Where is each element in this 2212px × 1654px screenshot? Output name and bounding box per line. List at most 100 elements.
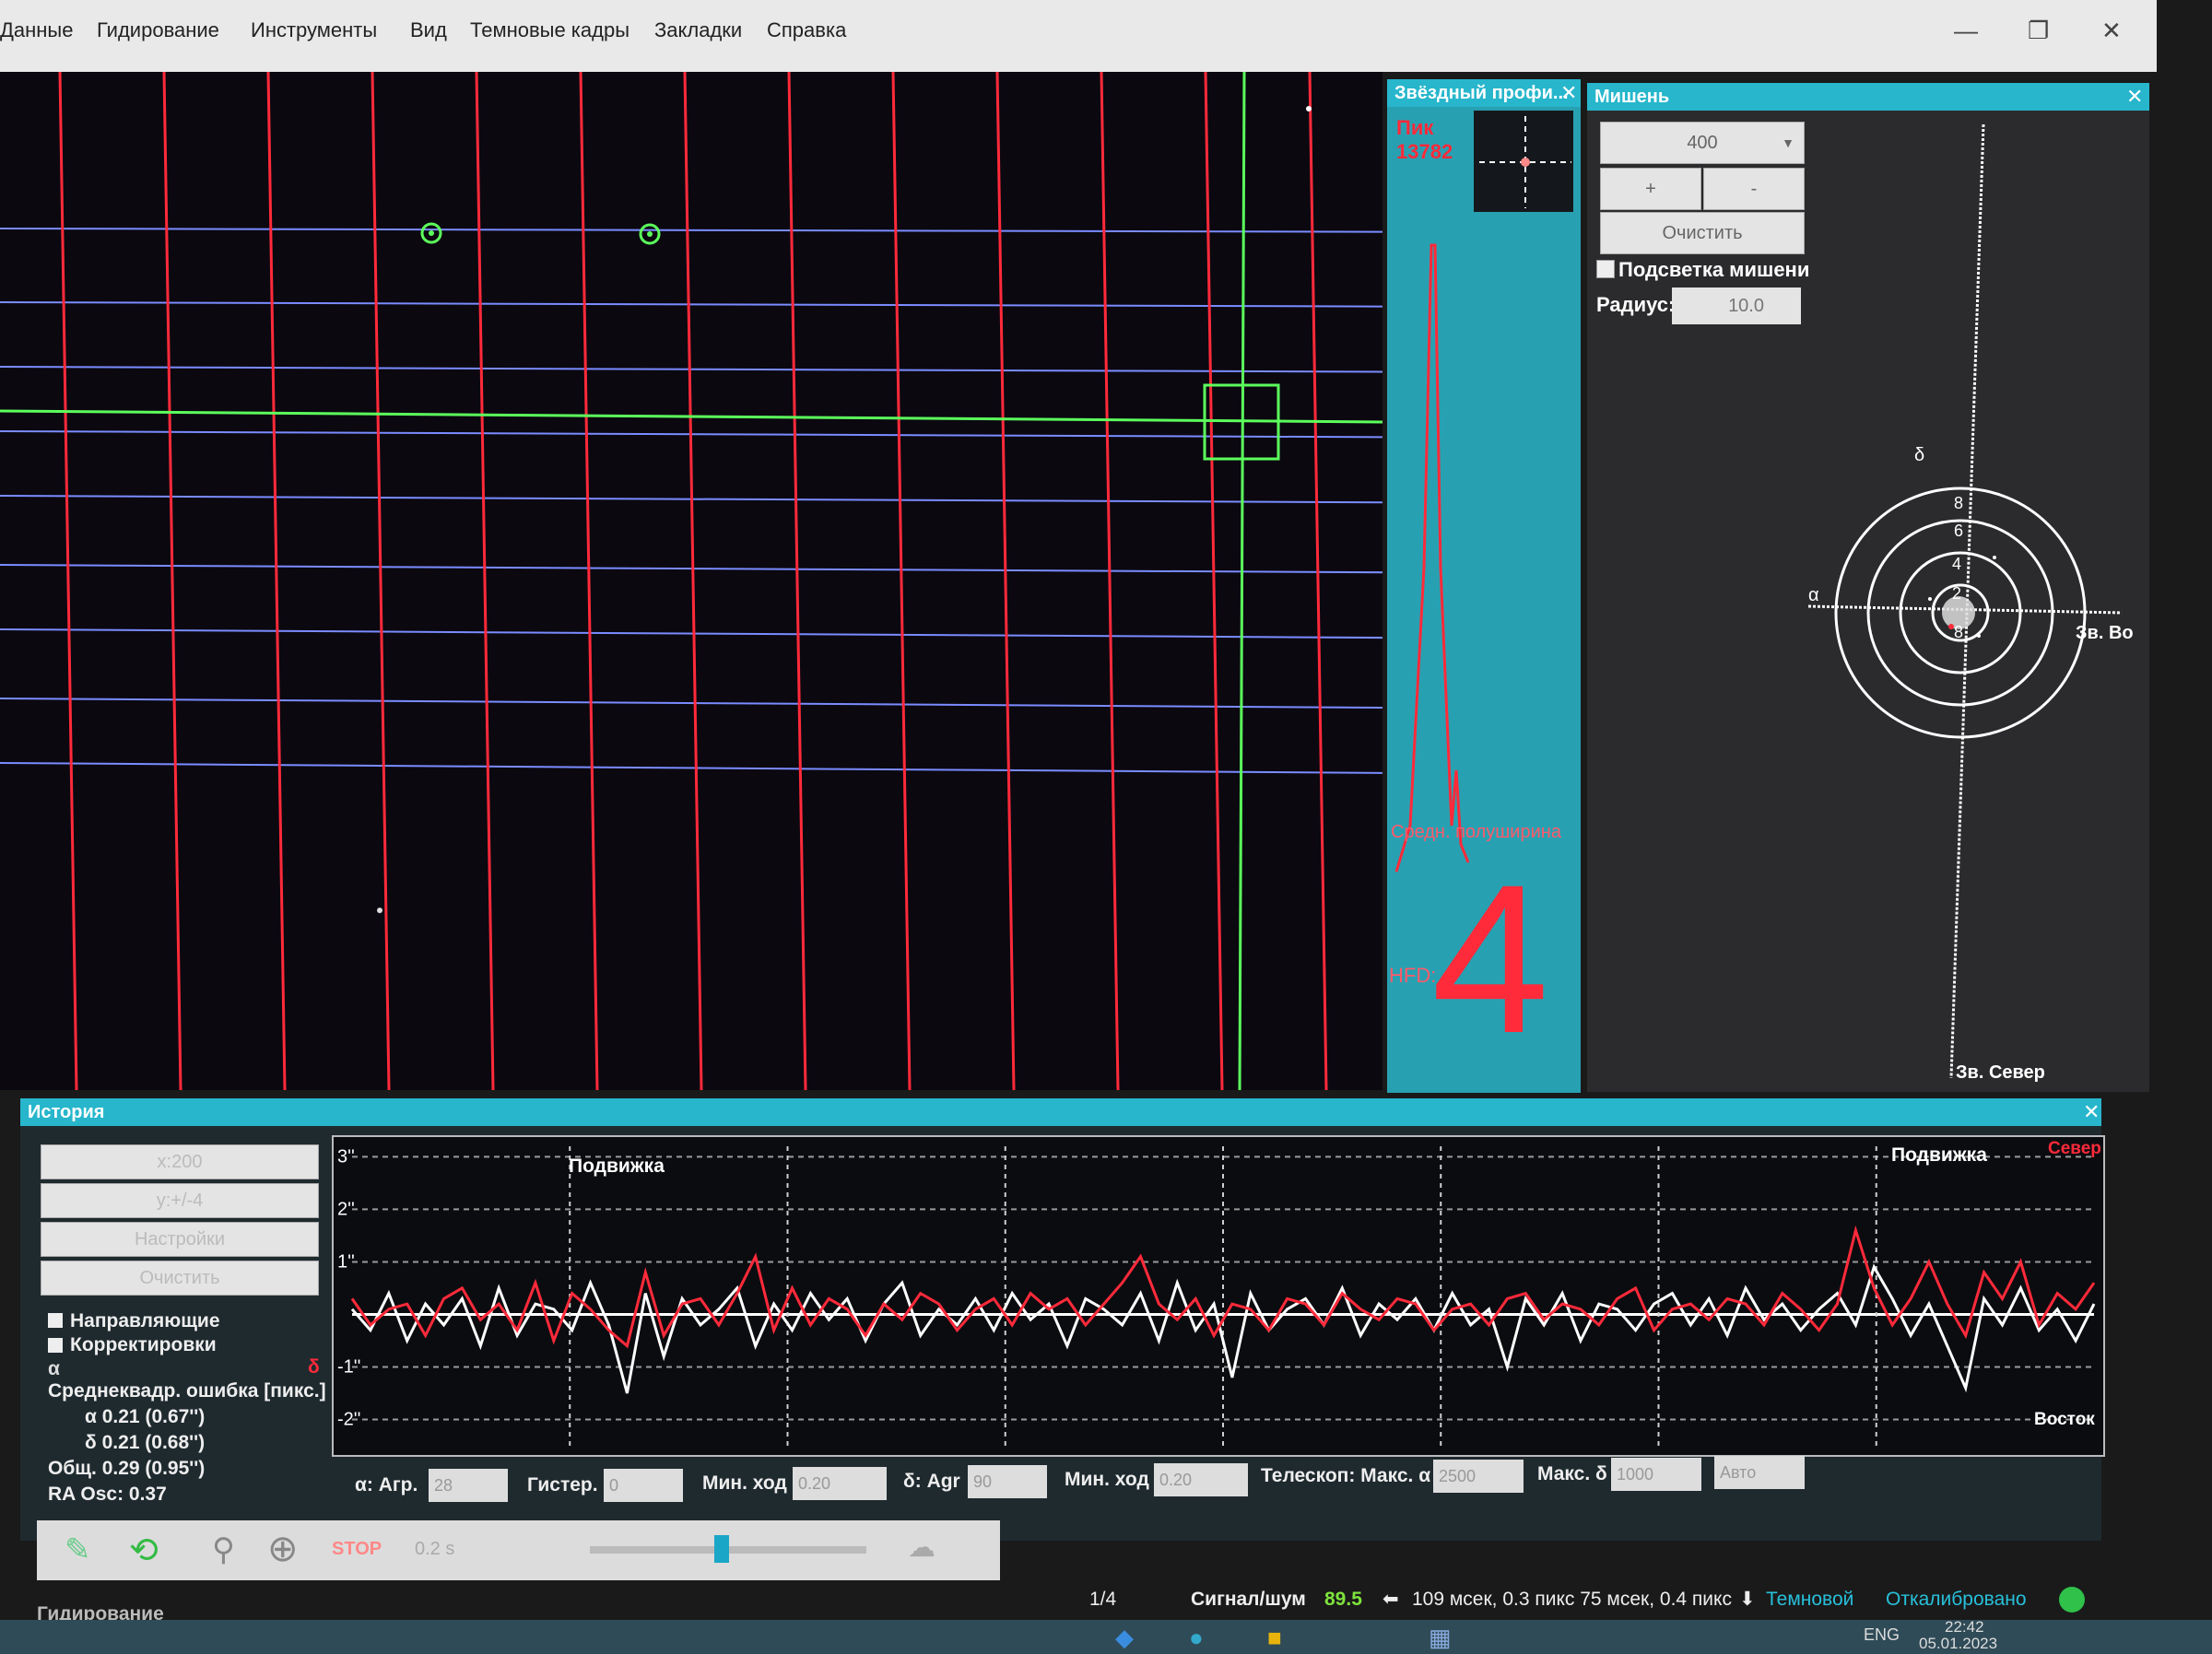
delta-marker: δ (308, 1356, 320, 1378)
ra-aggr-input[interactable]: 28 (429, 1469, 508, 1502)
ring-label: 8 (1954, 623, 1963, 641)
close-icon[interactable]: ✕ (2083, 1100, 2100, 1124)
rms-title: Среднеквадр. ошибка [пикс.] (48, 1380, 326, 1402)
hfd-value: 4 (1431, 840, 1549, 1077)
dither-label: Подвижка (569, 1155, 665, 1177)
tray-time: 22:42 (1945, 1618, 1984, 1636)
grid-line-horizontal (0, 228, 1382, 233)
grid-line-horizontal (0, 564, 1382, 574)
grid-line-horizontal (0, 366, 1382, 373)
y-tick-label: 3'' (337, 1146, 355, 1167)
loop-icon[interactable]: ✎ (65, 1531, 91, 1568)
x-scale-select[interactable]: x:200 (41, 1144, 319, 1179)
y-scale-select[interactable]: y:+/-4 (41, 1183, 319, 1218)
min-move2-label: Мин. ход (1065, 1469, 1149, 1490)
gamma-slider-thumb[interactable] (714, 1535, 729, 1563)
search-icon[interactable]: ⚲ (212, 1531, 235, 1568)
y-tick-label: -1'' (337, 1356, 360, 1377)
y-tick-label: 2'' (337, 1199, 355, 1219)
grid-line-vertical (371, 72, 391, 1090)
camera-view[interactable] (0, 72, 1382, 1090)
ra-osc: RA Osc: 0.37 (48, 1484, 167, 1505)
dither-label: Подвижка (1891, 1144, 1987, 1166)
tray-date: 05.01.2023 (1919, 1635, 1998, 1652)
taskbar-app-icon[interactable]: ▦ (1429, 1624, 1452, 1652)
star-profile-panel: Звёздный профи... ✕ Пик 13782 Средн. пол… (1387, 79, 1581, 1093)
minimize-button[interactable]: — (1954, 17, 1978, 45)
connection-status-icon (2059, 1587, 2085, 1613)
hyst-label: Гистер. (527, 1474, 598, 1496)
history-clear-button[interactable]: Очистить (41, 1261, 319, 1296)
menu-data[interactable]: Данные (0, 18, 73, 42)
corrections-label: Корректировки (70, 1334, 217, 1355)
dec-aggr-input[interactable]: 90 (968, 1465, 1047, 1498)
ring-label: 8 (1954, 494, 1963, 512)
grid-line-vertical (579, 72, 599, 1090)
taskbar: ◆ ● ■ ▦ ENG 22:42 05.01.2023 (0, 1618, 2212, 1654)
close-window-button[interactable]: ✕ (2101, 17, 2122, 45)
history-title: История (20, 1098, 2101, 1126)
settings-select[interactable]: Настройки (41, 1222, 319, 1257)
grid-line-vertical (995, 72, 1016, 1090)
grid-line-vertical (1308, 72, 1328, 1090)
menu-help[interactable]: Справка (767, 18, 846, 42)
arrow-down-icon: ⬇ (1739, 1589, 1756, 1610)
keyboard-language[interactable]: ENG (1864, 1625, 1900, 1645)
hfd-label: HFD: (1389, 964, 1437, 987)
hyst-input[interactable]: 0 (604, 1469, 683, 1502)
stop-button[interactable]: STOP (332, 1539, 382, 1560)
camera-grid (0, 72, 1382, 1090)
guides-label: Направляющие (70, 1310, 220, 1331)
grid-line-vertical (1204, 72, 1224, 1090)
y-tick-label: 1'' (337, 1251, 355, 1272)
menu-bookmarks[interactable]: Закладки (654, 18, 742, 42)
menu-bar: Данные Гидирование Инструменты Вид Темно… (0, 0, 2157, 72)
min-move-input[interactable]: 0.20 (793, 1467, 887, 1500)
ring-label: 2 (1952, 584, 1961, 603)
taskbar-app-icon[interactable]: ◆ (1115, 1624, 1134, 1652)
exposure-select[interactable]: 0.2 s (415, 1539, 454, 1560)
dec-aggr-label: δ: Agr (903, 1471, 960, 1492)
grid-line-vertical (58, 72, 78, 1090)
north-legend: Север (2048, 1139, 2101, 1158)
menu-view[interactable]: Вид (410, 18, 447, 42)
rms-total: Общ. 0.29 (0.95'') (48, 1458, 206, 1479)
close-icon[interactable]: ✕ (1560, 81, 1577, 105)
menu-guiding[interactable]: Гидирование (97, 18, 219, 42)
taskbar-app-icon[interactable]: ■ (1267, 1624, 1282, 1652)
guides-checkbox[interactable] (48, 1313, 63, 1328)
ring-label: 6 (1954, 522, 1963, 540)
grid-line-horizontal (0, 698, 1382, 709)
ring-label: 4 (1952, 555, 1961, 573)
star-profile-title: Звёздный профи... (1387, 79, 1581, 107)
taskbar-app-icon[interactable]: ● (1189, 1624, 1204, 1652)
grid-line-vertical (891, 72, 912, 1090)
grid-line-vertical (266, 72, 287, 1090)
auto-select[interactable]: Авто (1714, 1456, 1805, 1489)
refresh-icon[interactable]: ⟲ (129, 1530, 159, 1571)
grid-line-vertical (1100, 72, 1120, 1090)
scope-max-ra-label: Телескоп: Макс. α (1261, 1465, 1431, 1486)
maximize-button[interactable]: ❐ (2028, 17, 2049, 45)
min-move-label: Мин. ход (702, 1472, 787, 1494)
corrections-checkbox[interactable] (48, 1338, 63, 1353)
grid-line-vertical (475, 72, 495, 1090)
menu-darks[interactable]: Темновые кадры (470, 18, 629, 42)
grid-line-horizontal (0, 628, 1382, 639)
max-ra-input[interactable]: 2500 (1433, 1460, 1524, 1493)
min-move2-input[interactable]: 0.20 (1154, 1463, 1248, 1496)
brain-icon[interactable]: ☁ (908, 1531, 935, 1564)
east-label: Зв. Во (2076, 623, 2134, 643)
menu-tools[interactable]: Инструменты (251, 18, 377, 42)
east-legend: Восток (2034, 1410, 2095, 1429)
guide-history-chart[interactable]: 3'' 2'' 1'' -1'' -2'' Подвижка Подвижка Севе… (332, 1135, 2105, 1457)
rms-delta: δ 0.21 (0.68'') (85, 1432, 206, 1453)
max-dec-input[interactable]: 1000 (1611, 1458, 1701, 1491)
main-toolbar: ✎ ⟲ ⚲ ⊕ STOP 0.2 s ☁ (37, 1520, 1000, 1580)
guide-step-info: 109 мсек, 0.3 пикс 75 мсек, 0.4 пикс (1412, 1589, 1732, 1610)
crosshair-vertical (1238, 72, 1246, 1090)
guide-icon[interactable]: ⊕ (267, 1528, 299, 1570)
target-plot: 8 8 6 4 2 δ α Зв. Во Зв. Север (1807, 123, 2134, 1083)
max-dec-label: Макс. δ (1537, 1463, 1607, 1484)
snr-label: Сигнал/шум (1191, 1589, 1306, 1610)
